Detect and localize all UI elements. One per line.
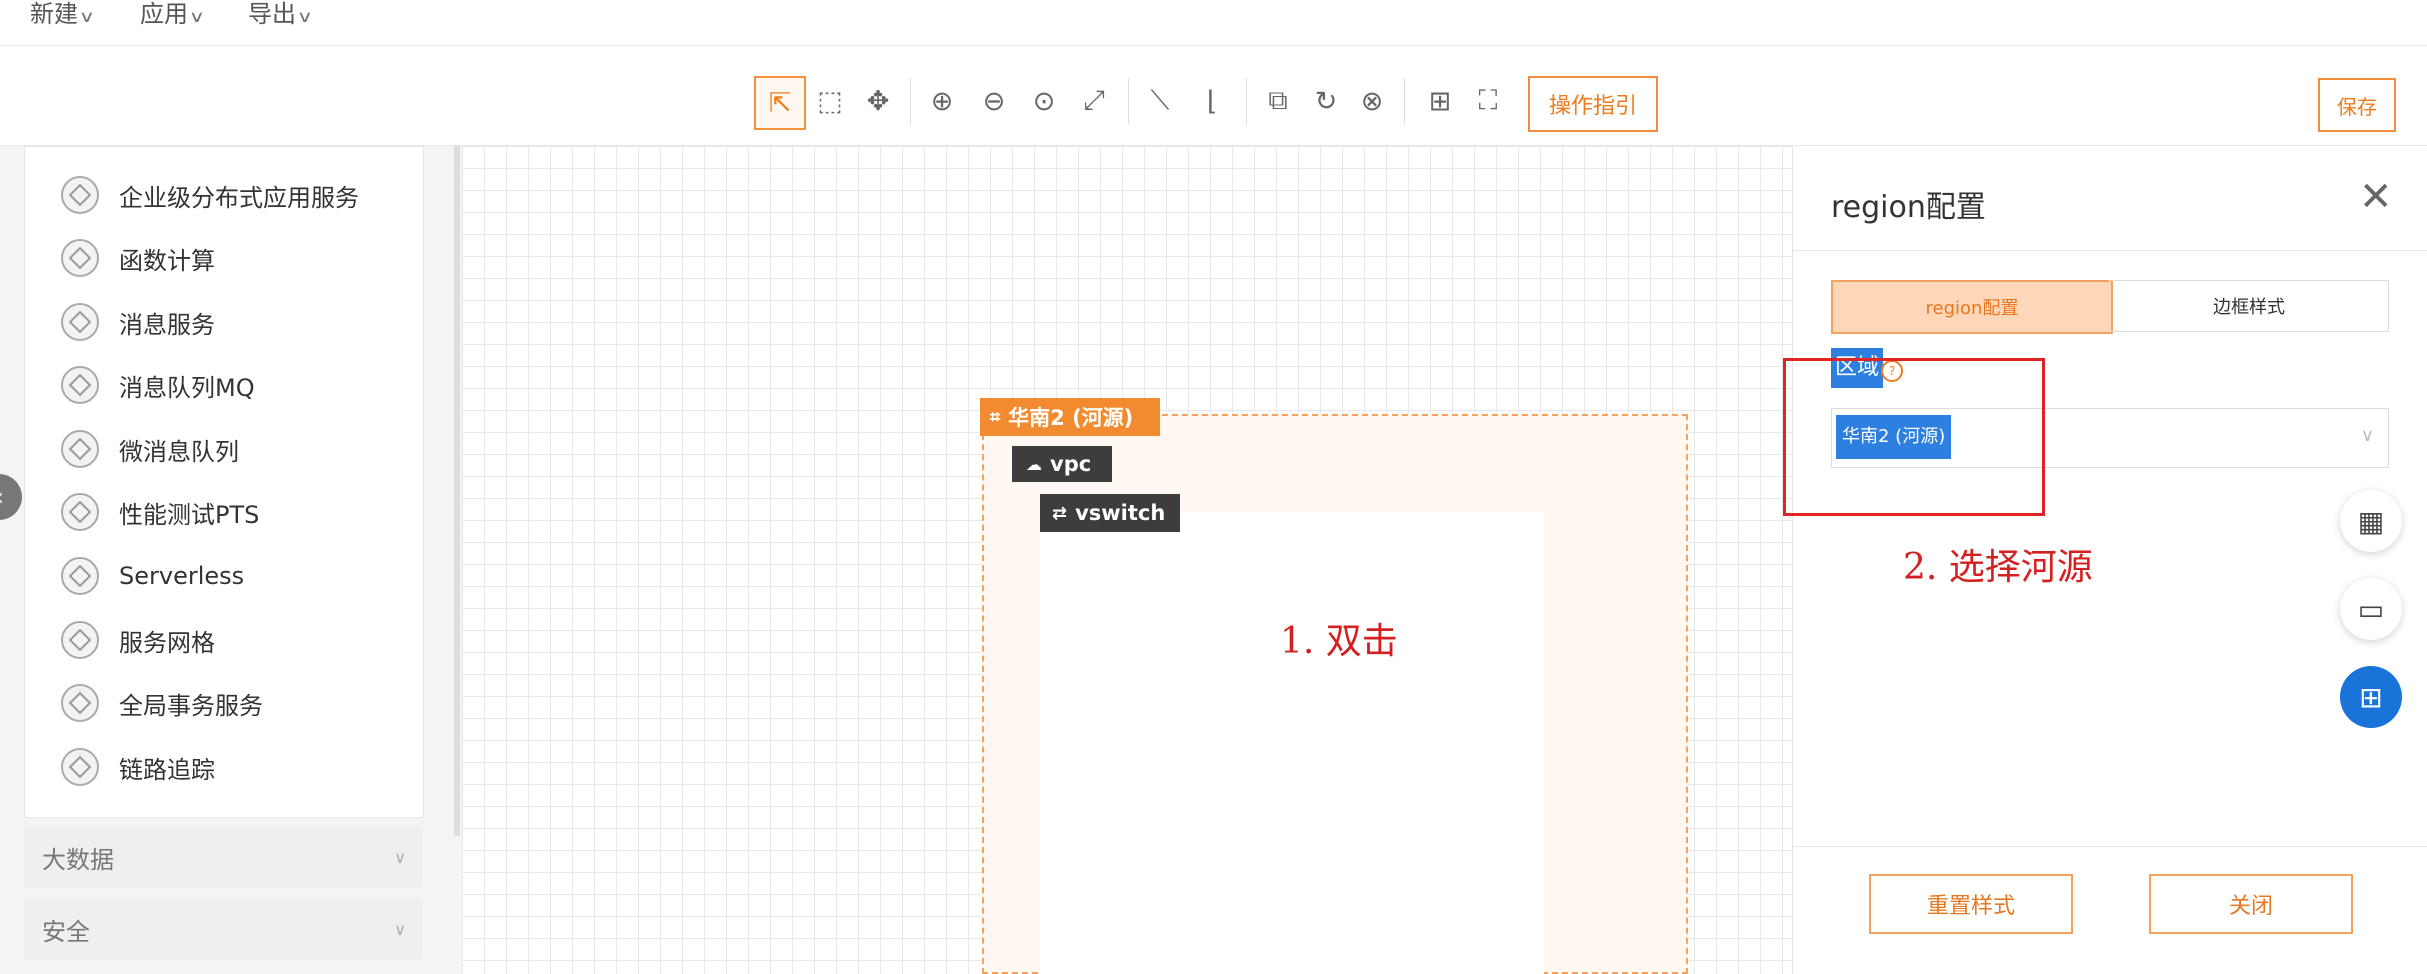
apps-icon[interactable]: ⊞	[2340, 666, 2402, 728]
panel-title: region配置	[1831, 190, 1986, 225]
zoom-out-icon[interactable]: ⊖	[970, 76, 1018, 126]
menu-apply[interactable]: 应用∨	[140, 0, 206, 29]
marquee-select-tool-icon[interactable]: ⬚	[806, 76, 854, 126]
select-tool-icon[interactable]: ⇱	[754, 76, 806, 130]
delete-icon[interactable]: ⊗	[1348, 76, 1396, 126]
service-icon	[61, 557, 99, 595]
sidebar-item-tracing[interactable]: 链路追踪	[61, 747, 215, 787]
chevron-down-icon: ∨	[296, 7, 314, 26]
zoom-reset-icon[interactable]: ⊙	[1020, 76, 1068, 126]
sidebar-item-serverless[interactable]: Serverless	[61, 556, 244, 596]
sidebar-scrollbar[interactable]	[454, 146, 460, 836]
chevron-down-icon: ∨	[78, 7, 96, 26]
cloud-icon: ☁	[1026, 454, 1042, 474]
copy-icon[interactable]: ⧉	[1254, 76, 1302, 126]
sidebar-group-security[interactable]: 安全 ∨	[24, 898, 422, 960]
sidebar-item-message-service[interactable]: 消息服务	[61, 302, 215, 342]
service-icon	[61, 684, 99, 722]
sidebar-item-label: 链路追踪	[119, 755, 215, 784]
annotation-step-1: 1. 双击	[1280, 621, 1398, 662]
pan-tool-icon[interactable]: ✥	[854, 76, 902, 126]
guide-button[interactable]: 操作指引	[1528, 76, 1658, 132]
component-sidebar: 企业级分布式应用服务 函数计算 消息服务 消息队列MQ 微消息队列 性能测试PT…	[0, 146, 462, 974]
menu-bar: 新建∨ 应用∨ 导出∨	[0, 0, 2427, 46]
service-icon	[61, 239, 99, 277]
save-button[interactable]: 保存	[2318, 78, 2396, 132]
sidebar-item-edas[interactable]: 企业级分布式应用服务	[61, 175, 359, 215]
sidebar-group-label: 安全	[42, 917, 90, 946]
sidebar-group-bigdata[interactable]: 大数据 ∨	[24, 826, 422, 888]
chevron-down-icon: ∨	[394, 919, 406, 939]
straight-connector-icon[interactable]: ⟍	[1136, 76, 1184, 126]
chat-icon[interactable]: ▭	[2340, 578, 2402, 640]
vpc-tag[interactable]: ☁ vpc	[1012, 446, 1112, 482]
sidebar-item-micro-mq[interactable]: 微消息队列	[61, 429, 239, 469]
sidebar-item-label: 函数计算	[119, 246, 215, 275]
toolbar-divider	[1404, 78, 1405, 124]
region-icon: ⌗	[990, 406, 1001, 428]
sidebar-item-label: 企业级分布式应用服务	[119, 183, 359, 212]
link-icon: ⇄	[1052, 502, 1068, 524]
service-icon	[61, 493, 99, 531]
tab-region-config[interactable]: region配置	[1831, 280, 2113, 334]
sidebar-item-mq[interactable]: 消息队列MQ	[61, 365, 255, 405]
rotate-icon[interactable]: ↻	[1302, 76, 1350, 126]
vswitch-tag-label: vswitch	[1075, 501, 1166, 525]
vswitch-tag[interactable]: ⇄ vswitch	[1040, 494, 1180, 532]
sidebar-item-label: 全局事务服务	[119, 691, 263, 720]
vpc-tag-label: vpc	[1050, 452, 1092, 476]
sidebar-item-label: 服务网格	[119, 628, 215, 657]
sidebar-item-function-compute[interactable]: 函数计算	[61, 238, 215, 278]
sidebar-item-label: 消息服务	[119, 310, 215, 339]
sidebar-service-list: 企业级分布式应用服务 函数计算 消息服务 消息队列MQ 微消息队列 性能测试PT…	[24, 146, 424, 818]
menu-new[interactable]: 新建∨	[30, 0, 96, 29]
region-config-panel: region配置 ✕ region配置 边框样式 区域 ? 华南2 (河源) ∨…	[1783, 146, 2427, 974]
menu-export[interactable]: 导出∨	[248, 0, 314, 29]
grid-icon[interactable]: ⊞	[1416, 76, 1464, 126]
reset-style-button[interactable]: 重置样式	[1869, 874, 2073, 934]
fit-view-icon[interactable]: ⤢	[1070, 76, 1118, 126]
chevron-down-icon: ∨	[2360, 425, 2374, 446]
annotation-step-2: 2. 选择河源	[1903, 547, 2093, 588]
vswitch-container[interactable]	[1040, 512, 1544, 974]
service-icon	[61, 748, 99, 786]
elbow-connector-icon[interactable]: ⌊	[1188, 76, 1236, 126]
service-icon	[61, 621, 99, 659]
service-icon	[61, 176, 99, 214]
divider	[1793, 250, 2427, 251]
sidebar-item-label: 性能测试PTS	[119, 500, 260, 529]
close-button[interactable]: 关闭	[2149, 874, 2353, 934]
sidebar-group-label: 大数据	[42, 845, 114, 874]
sidebar-item-label: 微消息队列	[119, 437, 239, 466]
sidebar-item-label: Serverless	[119, 562, 245, 590]
toolbar: ⇱ ⬚ ✥ ⊕ ⊖ ⊙ ⤢ ⟍ ⌊ ⧉ ↻ ⊗ ⊞ ⛶ 操作指引 保存	[0, 56, 2427, 146]
zoom-in-icon[interactable]: ⊕	[918, 76, 966, 126]
service-icon	[61, 366, 99, 404]
sidebar-item-service-mesh[interactable]: 服务网格	[61, 620, 215, 660]
close-icon[interactable]: ✕	[2359, 174, 2393, 220]
toolbar-divider	[1128, 78, 1129, 124]
chevron-down-icon: ∨	[394, 847, 406, 867]
sidebar-item-gts[interactable]: 全局事务服务	[61, 683, 263, 723]
region-tag[interactable]: ⌗ 华南2 (河源)	[980, 398, 1160, 436]
service-icon	[61, 303, 99, 341]
annotation-highlight-box	[1783, 358, 2045, 516]
qr-code-icon[interactable]: ▦	[2340, 490, 2402, 552]
toolbar-divider	[910, 78, 911, 124]
service-icon	[61, 430, 99, 468]
region-tag-label: 华南2 (河源)	[1008, 406, 1134, 430]
fullscreen-icon[interactable]: ⛶	[1464, 76, 1512, 126]
toolbar-divider	[1246, 78, 1247, 124]
tab-border-style[interactable]: 边框样式	[2109, 280, 2389, 332]
chevron-down-icon: ∨	[188, 7, 206, 26]
divider	[1793, 846, 2427, 847]
sidebar-item-pts[interactable]: 性能测试PTS	[61, 492, 259, 532]
sidebar-item-label: 消息队列MQ	[119, 373, 255, 402]
